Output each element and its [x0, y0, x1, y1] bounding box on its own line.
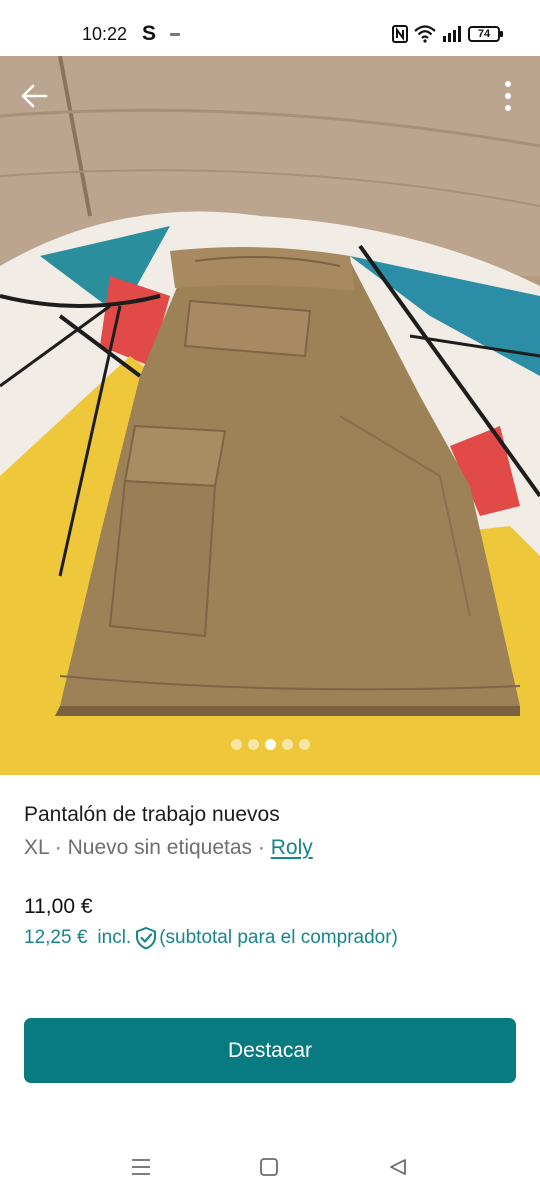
system-nav-bar — [0, 1140, 540, 1200]
incl-note: (subtotal para el comprador) — [159, 927, 398, 948]
back-triangle-icon[interactable] — [388, 1158, 408, 1176]
listing-meta: XL · Nuevo sin etiquetas · Roly — [24, 836, 313, 860]
status-bar: 10:22 S 74 — [0, 0, 540, 56]
promote-button[interactable]: Destacar — [24, 1018, 516, 1083]
meta-separator: · — [252, 836, 271, 859]
home-square-icon[interactable] — [259, 1158, 279, 1176]
pagination-dot[interactable] — [298, 739, 310, 750]
shield-check-icon — [136, 926, 157, 950]
pagination-dot[interactable] — [281, 739, 293, 750]
arrow-left-icon — [21, 84, 48, 108]
status-time: 10:22 — [82, 24, 128, 44]
pagination-dot[interactable] — [264, 739, 276, 750]
listing-condition: Nuevo sin etiquetas — [67, 836, 253, 859]
status-icons: 74 — [392, 24, 503, 44]
listing-size: XL — [24, 836, 49, 859]
brand-link[interactable]: Roly — [271, 836, 313, 859]
meta-separator: · — [48, 836, 68, 859]
listing-title: Pantalón de trabajo nuevos — [24, 803, 280, 826]
back-button[interactable] — [14, 76, 54, 116]
listing-price: 11,00 € — [24, 895, 93, 918]
battery-icon: 74 — [468, 26, 503, 42]
wifi-icon — [414, 25, 436, 43]
incl-label: incl. — [97, 927, 132, 948]
pagination-dot[interactable] — [230, 739, 242, 750]
nfc-icon — [392, 25, 408, 43]
price-incl-value: 12,25 € — [24, 927, 88, 948]
buyer-protection-price[interactable]: 12,25 € incl. (subtotal para el comprado… — [24, 926, 398, 950]
gallery-pagination — [0, 739, 540, 750]
more-vertical-icon — [505, 81, 511, 111]
app-indicator: S — [142, 22, 157, 45]
signal-icon — [443, 26, 461, 42]
menu-icon[interactable] — [130, 1158, 152, 1176]
product-photo — [0, 56, 540, 775]
more-options-button[interactable] — [494, 76, 522, 116]
notification-mini-icon — [170, 33, 180, 36]
pagination-dot[interactable] — [247, 739, 259, 750]
product-photo-gallery[interactable] — [0, 56, 540, 775]
